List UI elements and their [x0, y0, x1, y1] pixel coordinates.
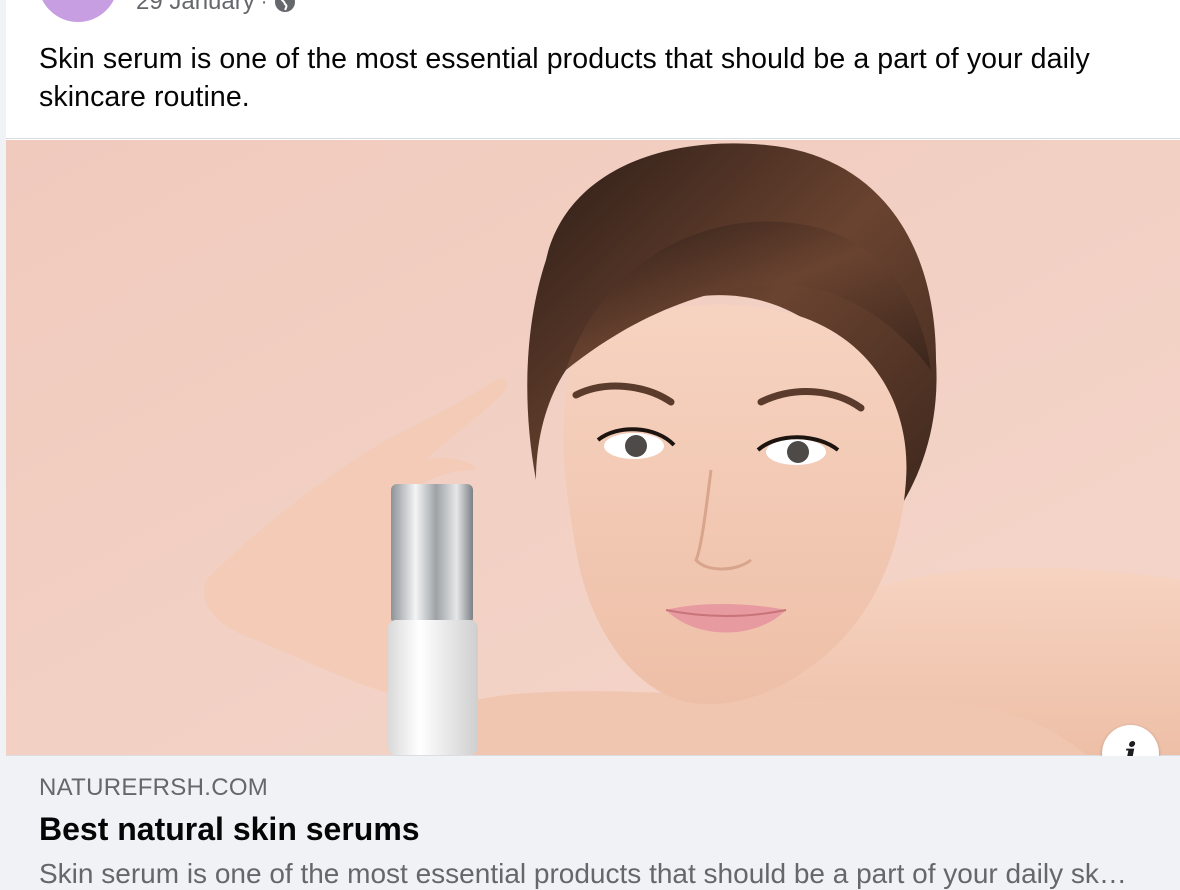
- post-date[interactable]: 29 January: [136, 0, 255, 16]
- link-preview-meta[interactable]: NATUREFRSH.COM Best natural skin serums …: [6, 756, 1180, 890]
- facebook-feed-view: 29 January · Skin serum is one of the mo…: [0, 0, 1180, 890]
- feed-post: 29 January · Skin serum is one of the mo…: [6, 0, 1180, 890]
- woman-with-serum-bottle-photo: [6, 140, 1180, 755]
- link-description: Skin serum is one of the most essential …: [39, 858, 1129, 889]
- meta-separator: ·: [260, 0, 268, 13]
- link-domain: NATUREFRSH.COM: [39, 774, 269, 801]
- post-header: 29 January ·: [6, 0, 1180, 30]
- post-meta: 29 January ·: [136, 0, 297, 16]
- globe-icon[interactable]: [273, 0, 297, 14]
- link-title[interactable]: Best natural skin serums: [39, 811, 420, 848]
- serum-bottle: [388, 620, 478, 755]
- serum-cap: [391, 484, 473, 624]
- avatar[interactable]: [38, 0, 118, 22]
- link-preview-image[interactable]: [6, 140, 1180, 756]
- post-message: Skin serum is one of the most essential …: [39, 43, 1090, 113]
- link-preview-card[interactable]: i NATUREFRSH.COM Best natural skin serum…: [6, 138, 1180, 890]
